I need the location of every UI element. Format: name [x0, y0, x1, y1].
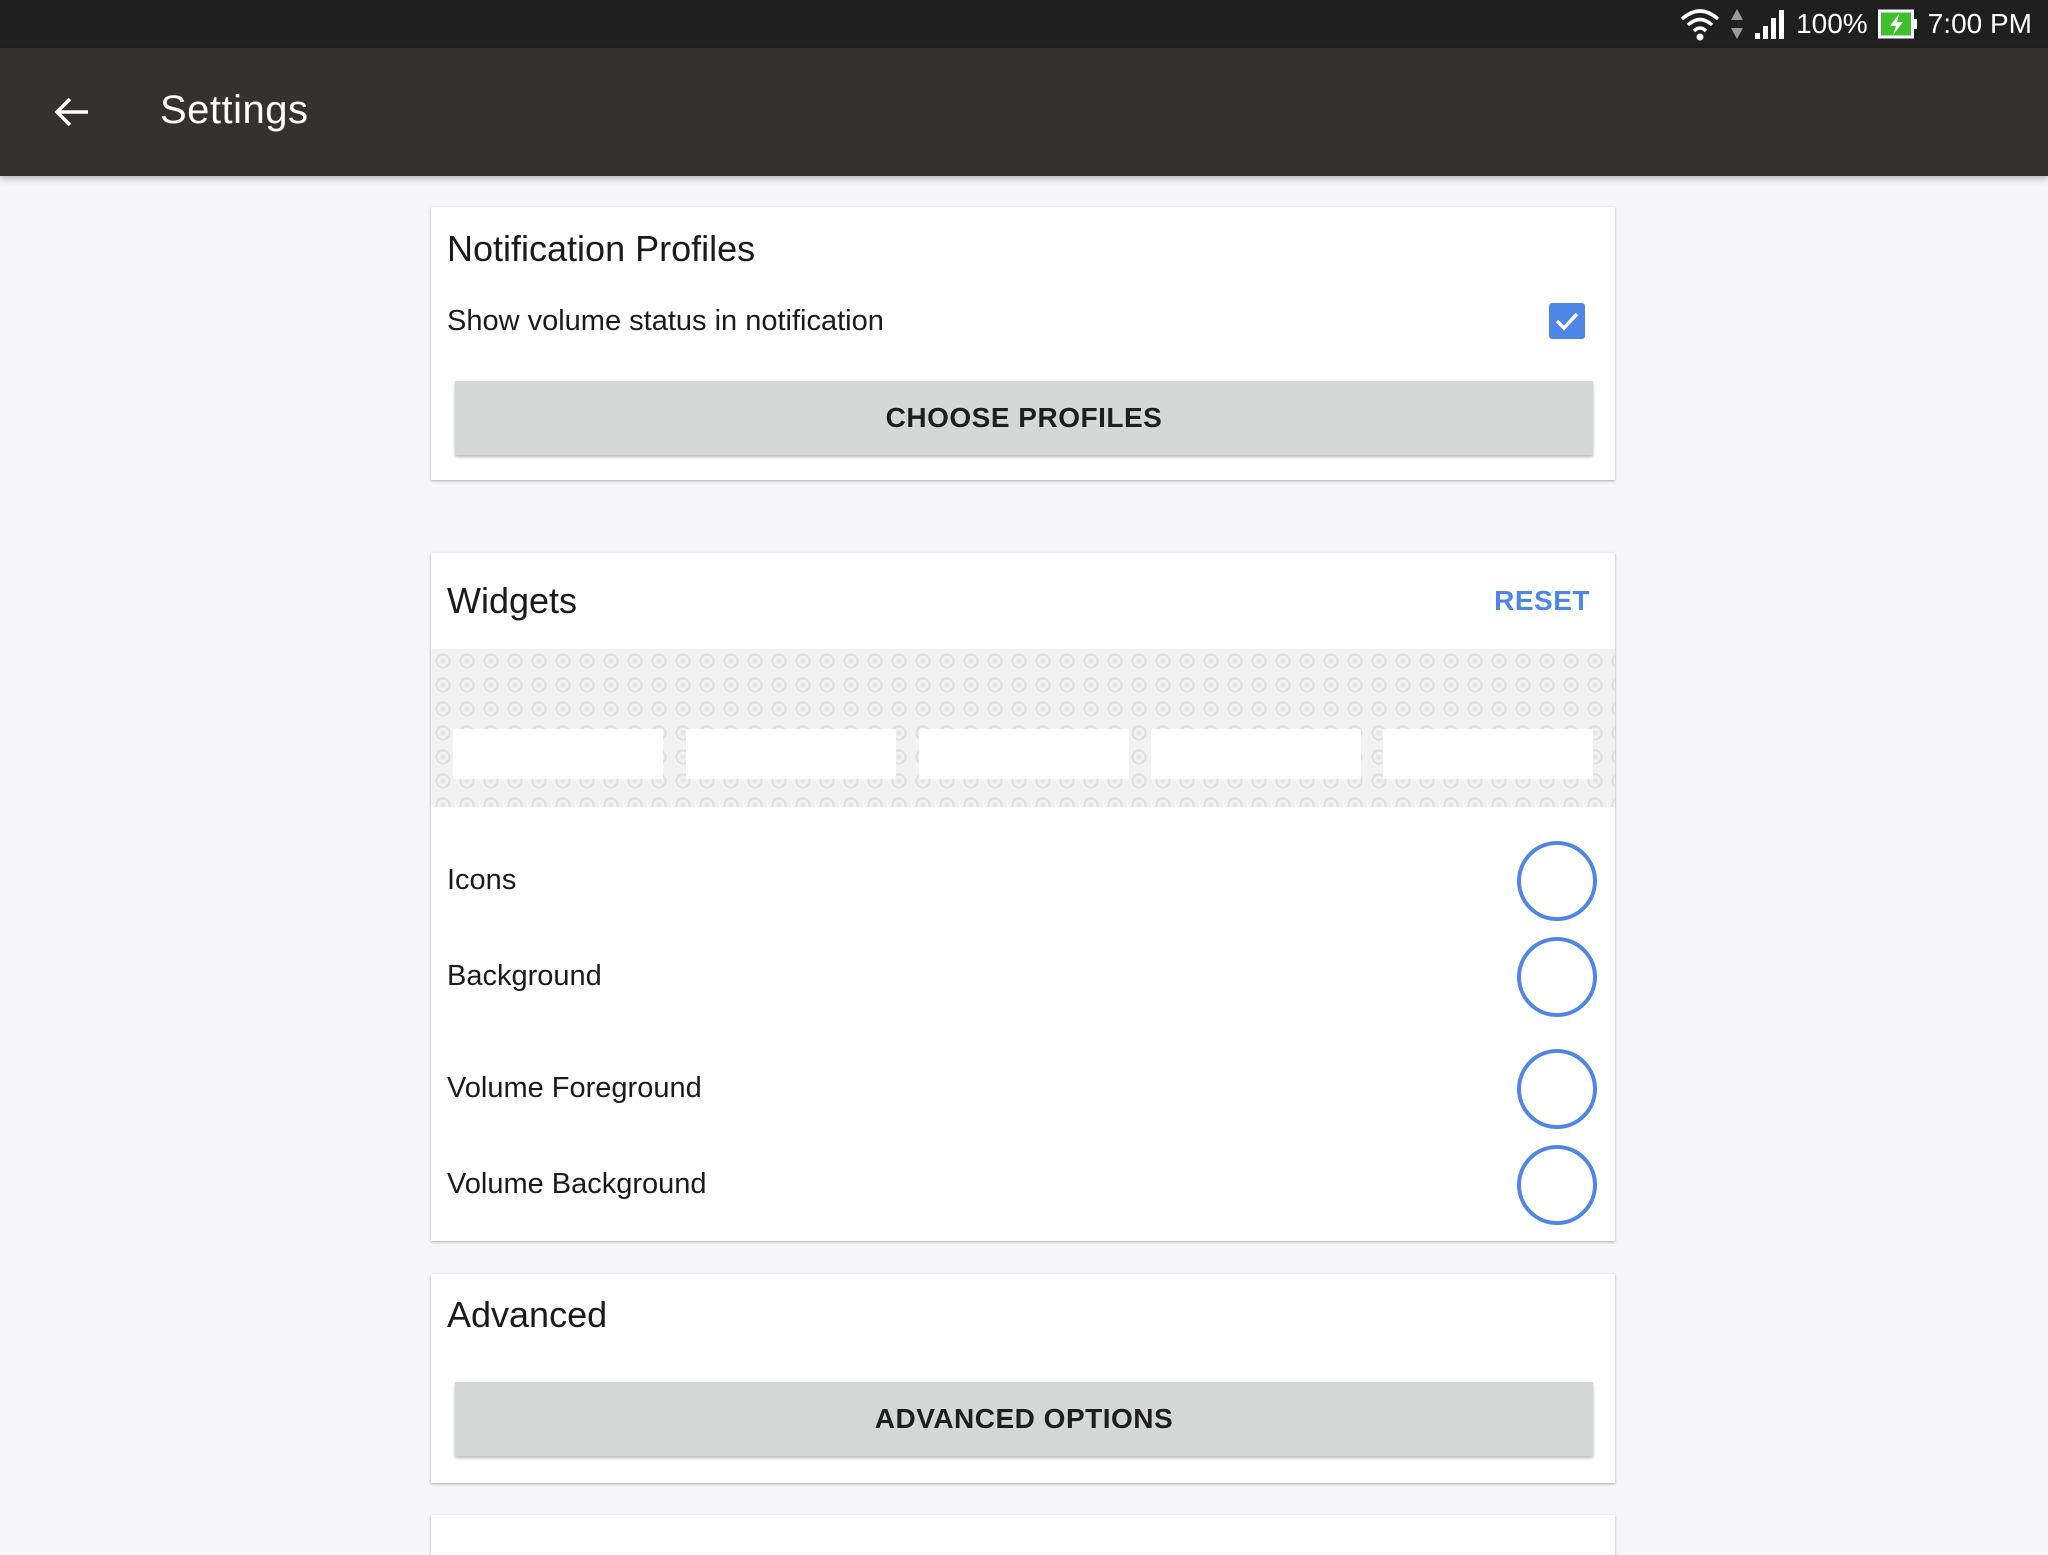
back-button[interactable]: [44, 84, 100, 140]
advanced-card: Advanced ADVANCED OPTIONS: [431, 1274, 1615, 1483]
widgets-title: Widgets: [447, 580, 578, 621]
widgets-card: Widgets RESET Icons Background Volume Fo…: [431, 553, 1615, 1241]
battery-percent: 100%: [1796, 8, 1868, 39]
widget-preview: [431, 649, 1615, 807]
notification-profiles-card: Notification Profiles Show volume status…: [431, 207, 1615, 480]
next-card: [431, 1515, 1615, 1555]
widget-preview-slot: [1151, 729, 1361, 779]
widget-preview-slot: [453, 729, 663, 779]
arrow-back-icon: [54, 97, 88, 127]
widget-preview-slot: [1383, 729, 1593, 779]
volume-foreground-color-label: Volume Foreground: [447, 1072, 702, 1104]
status-bar: 100% 7:00 PM: [0, 0, 2048, 48]
widget-preview-slot: [686, 729, 896, 779]
page-title: Settings: [160, 88, 309, 132]
clock: 7:00 PM: [1927, 8, 2032, 39]
icons-color-picker[interactable]: [1517, 841, 1597, 921]
icons-color-label: Icons: [447, 864, 517, 896]
reset-button[interactable]: RESET: [1494, 585, 1590, 617]
choose-profiles-button[interactable]: CHOOSE PROFILES: [455, 381, 1593, 455]
volume-background-color-picker[interactable]: [1517, 1145, 1597, 1225]
show-volume-label: Show volume status in notification: [447, 305, 884, 337]
cell-signal-icon: [1754, 7, 1786, 41]
check-icon: [1555, 312, 1579, 331]
battery-charging-icon: [1877, 9, 1918, 39]
advanced-options-button[interactable]: ADVANCED OPTIONS: [455, 1382, 1593, 1456]
data-arrows-icon: [1730, 7, 1744, 41]
background-color-label: Background: [447, 960, 602, 992]
app-bar: Settings: [0, 48, 2048, 176]
notification-profiles-title: Notification Profiles: [447, 228, 756, 269]
volume-background-color-label: Volume Background: [447, 1168, 707, 1200]
show-volume-checkbox[interactable]: [1549, 303, 1585, 339]
widget-preview-slot: [919, 729, 1129, 779]
volume-foreground-color-picker[interactable]: [1517, 1049, 1597, 1129]
background-color-picker[interactable]: [1517, 937, 1597, 1017]
wifi-icon: [1680, 7, 1720, 41]
advanced-title: Advanced: [447, 1294, 608, 1335]
